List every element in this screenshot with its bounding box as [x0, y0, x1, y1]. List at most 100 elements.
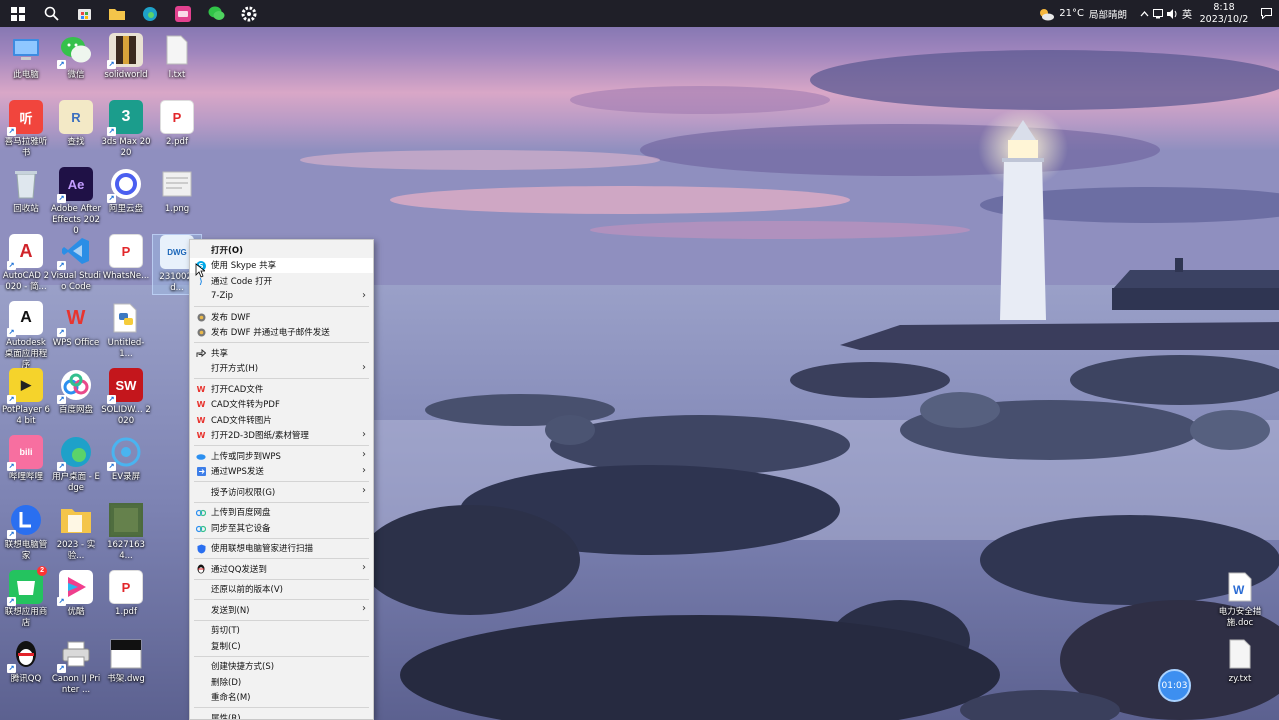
desktop-icon-autocad[interactable]: A ↗ AutoCAD 2020 - 简... — [1, 234, 51, 293]
menu-item-open-2d-3d-manager[interactable]: W 打开2D-3D图纸/素材管理 › — [190, 428, 373, 444]
menu-separator — [194, 378, 369, 379]
menu-item-upload-wps[interactable]: 上传或同步到WPS › — [190, 448, 373, 464]
menu-item-label: 打开CAD文件 — [211, 384, 264, 395]
photo-app-icon — [175, 5, 191, 22]
menu-separator — [194, 445, 369, 446]
desktop-icon-1-pdf[interactable]: P 1.pdf — [101, 570, 151, 618]
menu-item-restore-previous[interactable]: 还原以前的版本(V) — [190, 582, 373, 598]
menu-item-copy[interactable]: 复制(C) — [190, 638, 373, 654]
menu-item-cut[interactable]: 剪切(T) — [190, 623, 373, 639]
desktop-icon-label: PotPlayer 64 bit — [2, 405, 50, 426]
menu-item-cad-to-pdf[interactable]: W CAD文件转为PDF — [190, 397, 373, 413]
chevron-right-icon: › — [362, 562, 366, 573]
desktop-icon-whatsnew-pdf[interactable]: P WhatsNe... — [101, 234, 151, 282]
menu-item-publish-dwf-email[interactable]: 发布 DWF 并通过电子邮件发送 — [190, 325, 373, 341]
menu-item-share[interactable]: 共享 — [190, 345, 373, 361]
menu-item-sync-devices[interactable]: 同步至其它设备 — [190, 520, 373, 536]
desktop-icon-ximalaya[interactable]: 听 ↗ 喜马拉雅听书 — [1, 100, 51, 159]
desktop-icon-lenovo-pc-manager[interactable]: ↗ 联想电脑管家 — [1, 503, 51, 562]
desktop-icon-vscode[interactable]: ↗ Visual Studio Code — [51, 234, 101, 293]
desktop-icon-tencent-qq[interactable]: ↗ 腾讯QQ — [1, 637, 51, 685]
desktop-icon-label: 书架.dwg — [107, 674, 145, 684]
tray-network[interactable] — [1151, 8, 1165, 19]
menu-item-open-cad[interactable]: W 打开CAD文件 — [190, 381, 373, 397]
menu-item-upload-baidu[interactable]: 上传到百度网盘 — [190, 505, 373, 521]
weather-widget[interactable]: 21°C 局部晴朗 — [1037, 7, 1127, 21]
desktop-icon-label: 喜马拉雅听书 — [4, 137, 48, 158]
desktop-icon-potplayer[interactable]: ▶ ↗ PotPlayer 64 bit — [1, 368, 51, 427]
taskbar-photo-app[interactable] — [168, 0, 198, 27]
menu-item-label: 删除(D) — [211, 677, 242, 688]
desktop-icon-solidworld[interactable]: ↗ solidworld — [101, 33, 151, 81]
desktop-icon-2-pdf[interactable]: P 2.pdf — [152, 100, 202, 148]
desktop-icon-after-effects[interactable]: Ae ↗ Adobe After Effects 2020 — [51, 167, 101, 237]
desktop-icon-1-png[interactable]: 1.png — [152, 167, 202, 215]
tray-overflow-button[interactable] — [1137, 10, 1151, 17]
desktop-icon-autodesk-desktop-app[interactable]: A ↗ Autodesk 桌面应用程序 — [1, 301, 51, 371]
desktop-icon-youku[interactable]: ↗ 优酷 — [51, 570, 101, 618]
start-button[interactable] — [3, 0, 33, 27]
qq-penguin-icon — [196, 564, 206, 574]
desktop-icon-16271634-image[interactable]: 16271634... — [101, 503, 151, 562]
menu-item-cad-to-image[interactable]: W CAD文件转图片 — [190, 412, 373, 428]
desktop-icon-bookshelf-dwg[interactable]: 书架.dwg — [101, 637, 151, 685]
menu-item-7zip[interactable]: 7-Zip › — [190, 289, 373, 305]
desktop-icon-label: 腾讯QQ — [10, 674, 42, 684]
menu-item-properties[interactable]: 属性(R) — [190, 710, 373, 719]
baidu-netdisk-icon — [196, 508, 206, 518]
taskbar-store[interactable] — [69, 0, 99, 27]
menu-item-send-to[interactable]: 发送到(N) › — [190, 602, 373, 618]
desktop-icon-baidu-netdisk[interactable]: ↗ 百度网盘 — [51, 368, 101, 416]
desktop-icon-label: Adobe After Effects 2020 — [51, 204, 101, 236]
menu-item-create-shortcut[interactable]: 创建快捷方式(S) — [190, 659, 373, 675]
desktop-icon-label: EV录屏 — [111, 472, 141, 482]
menu-item-grant-access[interactable]: 授予访问权限(G) › — [190, 484, 373, 500]
desktop-icon-solidworks[interactable]: SW ↗ SOLIDW... 2020 — [101, 368, 151, 427]
document-search-icon: R — [59, 100, 93, 134]
desktop-icon-l-txt[interactable]: l.txt — [152, 33, 202, 81]
tray-volume[interactable] — [1165, 8, 1179, 19]
menu-item-lenovo-scan[interactable]: 使用联想电脑管家进行扫描 — [190, 541, 373, 557]
desktop-icon-wechat[interactable]: ↗ 微信 — [51, 33, 101, 81]
menu-item-share-skype[interactable]: S 使用 Skype 共享 — [190, 257, 373, 273]
menu-item-delete[interactable]: 删除(D) — [190, 674, 373, 690]
clock-time: 8:18 — [1213, 1, 1235, 13]
desktop-icon-power-safety-doc[interactable]: W 电力安全措施.doc — [1215, 570, 1265, 629]
clock[interactable]: 8:18 2023/10/2 — [1200, 1, 1249, 26]
taskbar-explorer[interactable] — [102, 0, 132, 27]
desktop-icon-edge[interactable]: ↗ 用户桌面 - Edge — [51, 435, 101, 494]
desktop-icon-recycle-bin[interactable]: 回收站 — [1, 167, 51, 215]
aliyun-drive-icon: ↗ — [107, 167, 143, 203]
notification-center-button[interactable] — [1253, 8, 1279, 19]
desktop-icon-bilibili[interactable]: bili ↗ 哔哩哔哩 — [1, 435, 51, 483]
desktop-icon-search-app[interactable]: R 查找 — [51, 100, 101, 148]
desktop-icon-zy-txt[interactable]: zy.txt — [1215, 637, 1265, 685]
gear-icon — [241, 6, 257, 21]
pdf-file-icon: P — [109, 234, 143, 268]
desktop-icon-2023-folder[interactable]: 2023 - 实验... — [51, 503, 101, 562]
desktop-icon-this-pc[interactable]: 此电脑 — [1, 33, 51, 81]
desktop-icon-ev-recorder[interactable]: ↗ EV录屏 — [101, 435, 151, 483]
desktop-icon-untitled[interactable]: Untitled-1... — [101, 301, 151, 360]
menu-item-send-qq[interactable]: 通过QQ发送到 › — [190, 561, 373, 577]
menu-item-send-via-wps[interactable]: 通过WPS发送 › — [190, 464, 373, 480]
menu-item-publish-dwf[interactable]: 发布 DWF — [190, 309, 373, 325]
ime-indicator[interactable]: 英 — [1179, 6, 1195, 21]
screen-recorder-timer[interactable]: 01:03 — [1158, 669, 1191, 702]
desktop-icon-aliyun-drive[interactable]: ↗ 阿里云盘 — [101, 167, 151, 215]
desktop-icon-canon-printer[interactable]: ↗ Canon IJ Printer ... — [51, 637, 101, 696]
menu-item-open-with[interactable]: 打开方式(H) › — [190, 361, 373, 377]
chevron-right-icon: › — [362, 289, 366, 301]
taskbar-settings-app[interactable] — [234, 0, 264, 27]
wps-icon: W — [196, 431, 206, 440]
menu-item-rename[interactable]: 重命名(M) — [190, 690, 373, 706]
taskbar-wechat[interactable] — [201, 0, 231, 27]
menu-item-open-with-code[interactable]: ⟩ 通过 Code 打开 — [190, 273, 373, 289]
desktop-icon-lenovo-app-store[interactable]: 2 ↗ 联想应用商店 — [1, 566, 51, 629]
menu-item-open[interactable]: 打开(O) — [190, 242, 373, 258]
desktop-icon-3ds-max[interactable]: 3 ↗ 3ds Max 2020 — [101, 100, 151, 159]
search-button[interactable] — [36, 0, 66, 27]
sync-icon — [196, 523, 206, 533]
taskbar-edge[interactable] — [135, 0, 165, 27]
desktop-icon-wps-office[interactable]: W ↗ WPS Office — [51, 301, 101, 349]
